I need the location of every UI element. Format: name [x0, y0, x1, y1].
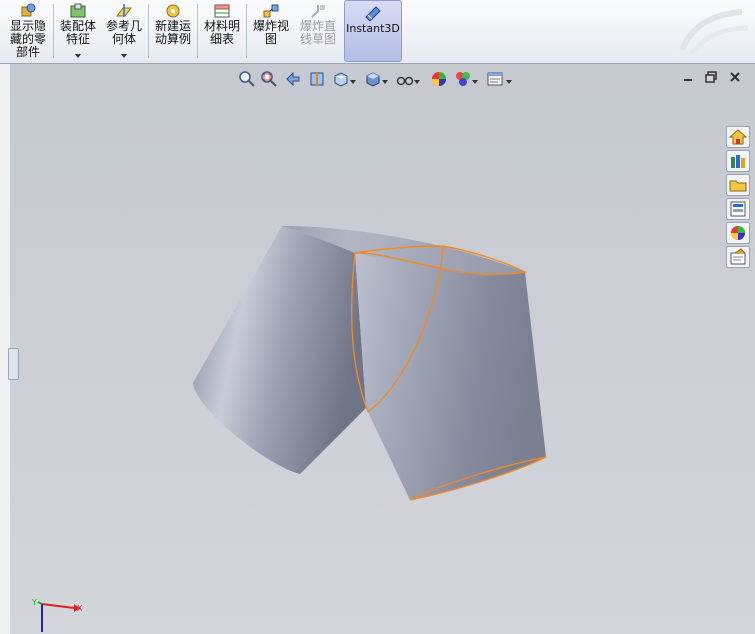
ribbon-separator	[148, 4, 149, 58]
panel-collapse-handle[interactable]	[8, 348, 19, 380]
ribbon-label: 爆炸视 图	[252, 19, 289, 46]
bill-of-materials-icon	[214, 4, 230, 18]
x-axis-arrow	[41, 603, 75, 609]
instant3d-icon	[365, 6, 381, 21]
display-style-icon[interactable]	[364, 70, 382, 88]
task-pane-view-palette-tab[interactable]	[726, 198, 750, 220]
close-icon[interactable]	[728, 70, 742, 84]
ribbon-separator	[246, 4, 247, 58]
apply-scene-icon[interactable]	[454, 70, 472, 88]
home-icon	[728, 129, 748, 145]
file-explorer-icon	[729, 180, 747, 192]
chevron-down-icon[interactable]	[121, 54, 127, 58]
chevron-down-icon[interactable]	[382, 74, 388, 92]
instant3d-button[interactable]: Instant3D	[344, 0, 402, 62]
previous-view-icon[interactable]	[284, 70, 302, 88]
coordinate-triad: X Y	[31, 598, 83, 632]
show-hidden-components-icon	[21, 3, 36, 17]
ribbon-label: 爆炸直 线草图	[299, 19, 336, 46]
ribbon-label: Instant3D	[346, 22, 400, 35]
z-axis-arrow	[37, 601, 43, 605]
ribbon-separator	[197, 4, 198, 58]
minimize-icon[interactable]	[682, 70, 694, 84]
command-manager-ribbon: 显示隐 藏的零 部件 装配体 特征 参考几 何体 新建运 动算例 材料明 细表 …	[0, 0, 755, 64]
new-motion-study-button[interactable]: 新建运 动算例	[151, 2, 195, 60]
custom-properties-icon	[730, 248, 746, 265]
design-library-icon	[731, 155, 745, 168]
task-pane-custom-properties-tab[interactable]	[726, 246, 750, 268]
ribbon-label: 装配体 特征	[59, 19, 96, 46]
task-pane-appearances-tab[interactable]	[726, 222, 750, 244]
exploded-view-button[interactable]: 爆炸视 图	[249, 2, 293, 60]
ds-watermark-logo	[679, 9, 749, 56]
exploded-view-icon	[263, 4, 279, 18]
hide-show-items-icon[interactable]	[396, 70, 414, 88]
task-pane-design-library-tab[interactable]	[726, 150, 750, 172]
task-pane-file-explorer-tab[interactable]	[726, 174, 750, 196]
zoom-to-fit-icon[interactable]	[238, 70, 256, 88]
ribbon-separator	[53, 4, 54, 58]
chevron-down-icon[interactable]	[506, 74, 512, 92]
x-axis-label: X	[77, 604, 83, 613]
chevron-down-icon[interactable]	[350, 74, 356, 92]
reference-geometry-icon	[116, 4, 132, 17]
ribbon-label: 显示隐 藏的零 部件	[9, 19, 46, 59]
y-axis-label: Y	[31, 598, 37, 607]
motion-study-icon	[166, 4, 180, 18]
view-orientation-icon[interactable]	[332, 70, 350, 88]
zoom-to-area-icon[interactable]	[260, 70, 278, 88]
view-settings-icon[interactable]	[486, 70, 504, 88]
view-palette-icon	[730, 201, 746, 217]
bill-of-materials-button[interactable]: 材料明 细表	[200, 2, 244, 60]
show-hidden-components-button[interactable]: 显示隐 藏的零 部件	[6, 2, 50, 60]
restore-icon[interactable]	[704, 70, 718, 84]
ribbon-label: 参考几 何体	[105, 19, 142, 46]
chevron-down-icon[interactable]	[472, 74, 478, 92]
task-pane-home-tab[interactable]	[726, 126, 750, 148]
chevron-down-icon[interactable]	[414, 74, 420, 92]
assembly-features-icon	[70, 3, 86, 18]
reference-geometry-button[interactable]: 参考几 何体	[102, 2, 146, 60]
section-view-icon[interactable]	[308, 70, 326, 88]
chevron-down-icon[interactable]	[75, 54, 81, 58]
explode-line-sketch-button[interactable]: 爆炸直 线草图	[296, 2, 340, 60]
edit-appearance-icon[interactable]	[430, 70, 448, 88]
assembly-features-button[interactable]: 装配体 特征	[56, 2, 100, 60]
ribbon-label: 新建运 动算例	[154, 19, 191, 46]
explode-line-sketch-icon	[311, 5, 325, 18]
appearances-icon	[731, 226, 745, 240]
ribbon-label: 材料明 细表	[203, 19, 240, 46]
